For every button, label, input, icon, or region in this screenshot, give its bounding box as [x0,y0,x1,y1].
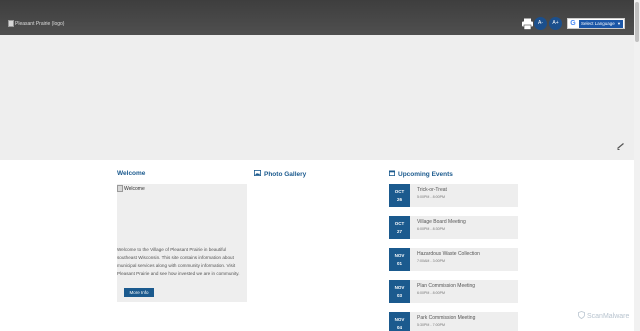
upcoming-events-heading-text: Upcoming Events [398,170,453,178]
welcome-heading-text: Welcome [117,170,146,177]
event-month: OCT [394,189,405,194]
calendar-icon [389,170,395,178]
event-date: NOV 04 [389,312,410,331]
page-scrollbar[interactable] [634,0,640,331]
photo-gallery-heading-text: Photo Gallery [264,170,307,178]
event-day: 03 [396,293,402,298]
event-title[interactable]: Village Board Meeting [417,219,466,225]
event-month: NOV [394,253,405,258]
event-time: 5:30PM - 7:00PM [417,323,445,327]
event-day: 04 [396,325,402,330]
broken-image-icon [8,20,14,27]
select-language-dropdown[interactable]: Select Language ▼ [579,19,623,28]
scanmalware-watermark: ScanMalware [578,311,629,321]
event-month: OCT [394,221,405,226]
welcome-image: Welcome [117,185,145,192]
print-icon[interactable] [521,17,534,30]
event-title[interactable]: Plan Commission Meeting [417,283,475,289]
event-time: 7:00AM - 3:00PM [417,259,445,263]
welcome-heading: Welcome [117,170,145,177]
event-date: NOV 01 [389,248,410,271]
event-item[interactable]: NOV 03 Plan Commission Meeting 6:00PM - … [389,280,518,303]
image-icon [254,170,261,178]
event-item[interactable]: OCT 26 Trick-or-Treat 5:00PM - 8:00PM [389,184,518,207]
select-language-label: Select Language [581,20,615,26]
event-time: 6:00PM - 8:00PM [417,291,445,295]
event-time: 6:00PM - 8:30PM [417,227,445,231]
chevron-down-icon: ▼ [617,20,621,26]
event-day: 26 [396,197,402,202]
more-info-button[interactable]: More Info [124,288,154,297]
welcome-text: Welcome to the Village of Pleasant Prair… [117,247,240,276]
hero-banner [0,35,634,160]
event-time: 5:00PM - 8:00PM [417,195,445,199]
google-icon: G [570,19,576,27]
watermark-text: ScanMalware [587,312,630,320]
photo-gallery-heading[interactable]: Photo Gallery [254,170,306,178]
scrollbar-thumb[interactable] [635,2,639,42]
check-icon[interactable] [616,138,625,150]
event-date: OCT 27 [389,216,410,239]
site-logo[interactable]: Pleasant Prairie (logo) [8,20,64,27]
increase-font-button[interactable]: A+ [549,17,562,30]
shield-icon [578,311,585,321]
event-title[interactable]: Trick-or-Treat [417,187,447,193]
event-month: NOV [394,285,405,290]
language-selector[interactable]: G Select Language ▼ [567,18,625,29]
event-day: 01 [396,261,402,266]
event-month: NOV [394,317,405,322]
welcome-image-alt: Welcome [124,185,145,192]
logo-alt-text: Pleasant Prairie (logo) [15,20,65,27]
site-header: Pleasant Prairie (logo) A- A+ G Select L… [0,0,634,35]
event-title[interactable]: Hazardous Waste Collection [417,251,480,257]
event-date: OCT 26 [389,184,410,207]
event-day: 27 [396,229,402,234]
welcome-card: Welcome Welcome to the Village of Pleasa… [117,184,247,302]
event-date: NOV 03 [389,280,410,303]
decrease-font-button[interactable]: A- [534,17,547,30]
event-item[interactable]: NOV 01 Hazardous Waste Collection 7:00AM… [389,248,518,271]
event-item[interactable]: OCT 27 Village Board Meeting 6:00PM - 8:… [389,216,518,239]
event-item[interactable]: NOV 04 Park Commission Meeting 5:30PM - … [389,312,518,331]
broken-image-icon [117,185,123,192]
upcoming-events-heading[interactable]: Upcoming Events [389,170,453,178]
event-title[interactable]: Park Commission Meeting [417,315,475,321]
